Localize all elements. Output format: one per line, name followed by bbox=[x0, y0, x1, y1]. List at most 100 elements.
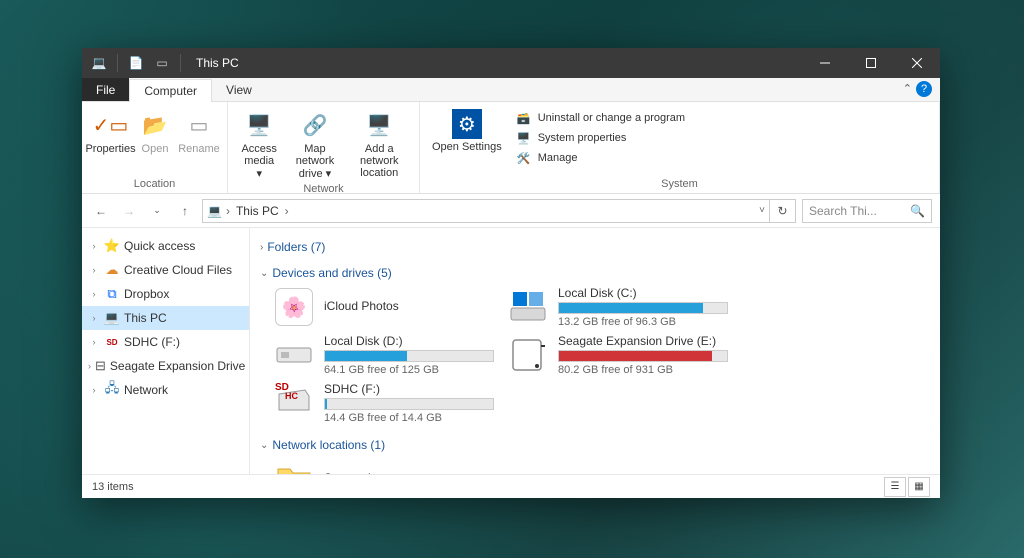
open-button[interactable]: 📂Open bbox=[133, 106, 177, 158]
crumb-sep-icon[interactable]: › bbox=[285, 204, 289, 218]
drive-item[interactable]: Seagate Expansion Drive (E:)80.2 GB free… bbox=[508, 334, 728, 376]
drive-name: SDHC (F:) bbox=[324, 382, 494, 396]
nav-icon: SD bbox=[104, 334, 120, 350]
chevron-right-icon: › bbox=[260, 242, 263, 253]
drive-stat: 14.4 GB free of 14.4 GB bbox=[324, 412, 494, 424]
drive-stat: 80.2 GB free of 931 GB bbox=[558, 364, 728, 376]
section-folders[interactable]: ›Folders (7) bbox=[260, 234, 930, 260]
back-button[interactable]: ← bbox=[90, 200, 112, 222]
sidebar-item-label: Quick access bbox=[124, 239, 195, 253]
crumb-sep-icon[interactable]: › bbox=[226, 204, 230, 218]
chevron-right-icon[interactable]: › bbox=[88, 265, 100, 275]
ribbon-group-network: 🖥️Access media ▾ 🔗Map network drive ▾ 🖥️… bbox=[228, 102, 420, 193]
drive-item[interactable]: 🌸 iCloud Photos bbox=[274, 286, 494, 328]
search-input[interactable]: Search Thi... 🔍 bbox=[802, 199, 932, 223]
drive-icon bbox=[508, 335, 548, 375]
drive-item[interactable]: Local Disk (D:)64.1 GB free of 125 GB bbox=[274, 334, 494, 376]
breadcrumb[interactable]: This PC bbox=[234, 204, 281, 218]
sysprops-button[interactable]: 🖥️System properties bbox=[516, 130, 685, 146]
recent-dropdown[interactable]: ⌄ bbox=[146, 200, 168, 222]
ribbon-group-location: ✓▭Properties 📂Open ▭Rename Location bbox=[82, 102, 228, 193]
tab-computer[interactable]: Computer bbox=[129, 79, 212, 102]
map-drive-icon: 🔗 bbox=[299, 109, 331, 141]
drive-name: Local Disk (C:) bbox=[558, 286, 728, 300]
ribbon-tabs: File Computer View ⌃ ? bbox=[82, 78, 940, 102]
nav-icon: ☁ bbox=[104, 262, 120, 278]
chevron-down-icon: ⌄ bbox=[260, 268, 268, 279]
close-button[interactable] bbox=[894, 48, 940, 78]
chevron-right-icon[interactable]: › bbox=[88, 289, 100, 299]
drive-icon: SDHC bbox=[274, 383, 314, 423]
sidebar-item-dropbox[interactable]: › ⧉ Dropbox bbox=[82, 282, 249, 306]
icons-view-button[interactable]: ▦ bbox=[908, 477, 930, 497]
addr-history-dropdown[interactable]: ˅ bbox=[759, 205, 765, 216]
ribbon-group-system: ⚙Open Settings 🗃️Uninstall or change a p… bbox=[420, 102, 940, 193]
uninstall-button[interactable]: 🗃️Uninstall or change a program bbox=[516, 110, 685, 126]
sidebar-item-label: Network bbox=[124, 383, 168, 397]
explorer-window: 💻 📄 ▭ This PC File Computer View ⌃ ? ✓▭P… bbox=[82, 48, 940, 498]
chevron-right-icon[interactable]: › bbox=[88, 385, 100, 395]
section-netloc[interactable]: ⌄Network locations (1) bbox=[260, 432, 930, 458]
sidebar-item-label: SDHC (F:) bbox=[124, 335, 180, 349]
sidebar-item-quick-access[interactable]: › ⭐ Quick access bbox=[82, 234, 249, 258]
sysprops-icon: 🖥️ bbox=[516, 130, 532, 146]
drive-icon: 🌸 bbox=[274, 287, 314, 327]
forward-button[interactable]: → bbox=[118, 200, 140, 222]
nav-pane: › ⭐ Quick access › ☁ Creative Cloud Files › ⧉ Dr… bbox=[82, 228, 250, 474]
details-view-button[interactable]: ☰ bbox=[884, 477, 906, 497]
titlebar[interactable]: 💻 📄 ▭ This PC bbox=[82, 48, 940, 78]
nav-icon: 🖧 bbox=[104, 382, 120, 398]
chevron-right-icon[interactable]: › bbox=[88, 361, 91, 371]
qat-properties-icon[interactable]: 📄 bbox=[125, 52, 147, 74]
drive-icon bbox=[274, 335, 314, 375]
sidebar-item-sdhc-f-[interactable]: › SD SDHC (F:) bbox=[82, 330, 249, 354]
section-drives[interactable]: ⌄Devices and drives (5) bbox=[260, 260, 930, 286]
open-settings-button[interactable]: ⚙Open Settings bbox=[426, 106, 508, 156]
content-pane[interactable]: ›Folders (7) ⌄Devices and drives (5) 🌸 iC… bbox=[250, 228, 940, 474]
ribbon: ✓▭Properties 📂Open ▭Rename Location 🖥️Ac… bbox=[82, 102, 940, 194]
usage-bar bbox=[558, 302, 728, 314]
pc-icon: 💻 bbox=[88, 52, 110, 74]
rename-button[interactable]: ▭Rename bbox=[177, 106, 221, 158]
sidebar-item-label: Creative Cloud Files bbox=[124, 263, 232, 277]
sidebar-item-seagate-expansion-drive-e-[interactable]: ›⊟Seagate Expansion Drive (E:) bbox=[82, 354, 249, 378]
address-bar[interactable]: 💻 › This PC › ˅ bbox=[202, 199, 770, 223]
chevron-right-icon[interactable]: › bbox=[88, 313, 100, 323]
nav-icon: ⧉ bbox=[104, 286, 120, 302]
sidebar-item-label: Dropbox bbox=[124, 287, 169, 301]
sidebar-item-label: This PC bbox=[124, 311, 167, 325]
drive-name: iCloud Photos bbox=[324, 299, 494, 313]
nav-icon: ⭐ bbox=[104, 238, 120, 254]
add-location-button[interactable]: 🖥️Add a network location bbox=[346, 106, 413, 182]
network-folder[interactable]: Screenshots bbox=[260, 458, 930, 474]
manage-button[interactable]: 🛠️Manage bbox=[516, 150, 685, 166]
sidebar-item-network[interactable]: › 🖧 Network bbox=[82, 378, 249, 402]
drive-icon bbox=[508, 287, 548, 327]
usage-bar bbox=[324, 350, 494, 362]
maximize-button[interactable] bbox=[848, 48, 894, 78]
chevron-right-icon[interactable]: › bbox=[88, 241, 100, 251]
settings-icon: ⚙ bbox=[452, 109, 482, 139]
add-location-icon: 🖥️ bbox=[363, 109, 395, 141]
tab-view[interactable]: View bbox=[212, 78, 266, 101]
drive-item[interactable]: Local Disk (C:)13.2 GB free of 96.3 GB bbox=[508, 286, 728, 328]
access-media-button[interactable]: 🖥️Access media ▾ bbox=[234, 106, 284, 183]
tab-file[interactable]: File bbox=[82, 78, 129, 101]
folder-icon bbox=[274, 458, 314, 474]
refresh-button[interactable]: ↻ bbox=[770, 199, 796, 223]
qat-newfolder-icon[interactable]: ▭ bbox=[151, 52, 173, 74]
chevron-down-icon: ⌄ bbox=[260, 440, 268, 451]
search-icon: 🔍 bbox=[910, 204, 925, 218]
drive-item[interactable]: SDHC SDHC (F:) 14.4 GB free of 14.4 GB bbox=[274, 382, 494, 424]
drive-stat: 64.1 GB free of 125 GB bbox=[324, 364, 494, 376]
pc-icon: 💻 bbox=[207, 204, 222, 218]
up-button[interactable]: ↑ bbox=[174, 200, 196, 222]
map-drive-button[interactable]: 🔗Map network drive ▾ bbox=[284, 106, 345, 183]
sidebar-item-this-pc[interactable]: ›💻This PC bbox=[82, 306, 249, 330]
properties-button[interactable]: ✓▭Properties bbox=[88, 106, 133, 158]
ribbon-collapse-icon[interactable]: ⌃ bbox=[903, 82, 912, 95]
sidebar-item-creative-cloud-files[interactable]: › ☁ Creative Cloud Files bbox=[82, 258, 249, 282]
help-button[interactable]: ? bbox=[916, 81, 932, 97]
minimize-button[interactable] bbox=[802, 48, 848, 78]
chevron-right-icon[interactable]: › bbox=[88, 337, 100, 347]
